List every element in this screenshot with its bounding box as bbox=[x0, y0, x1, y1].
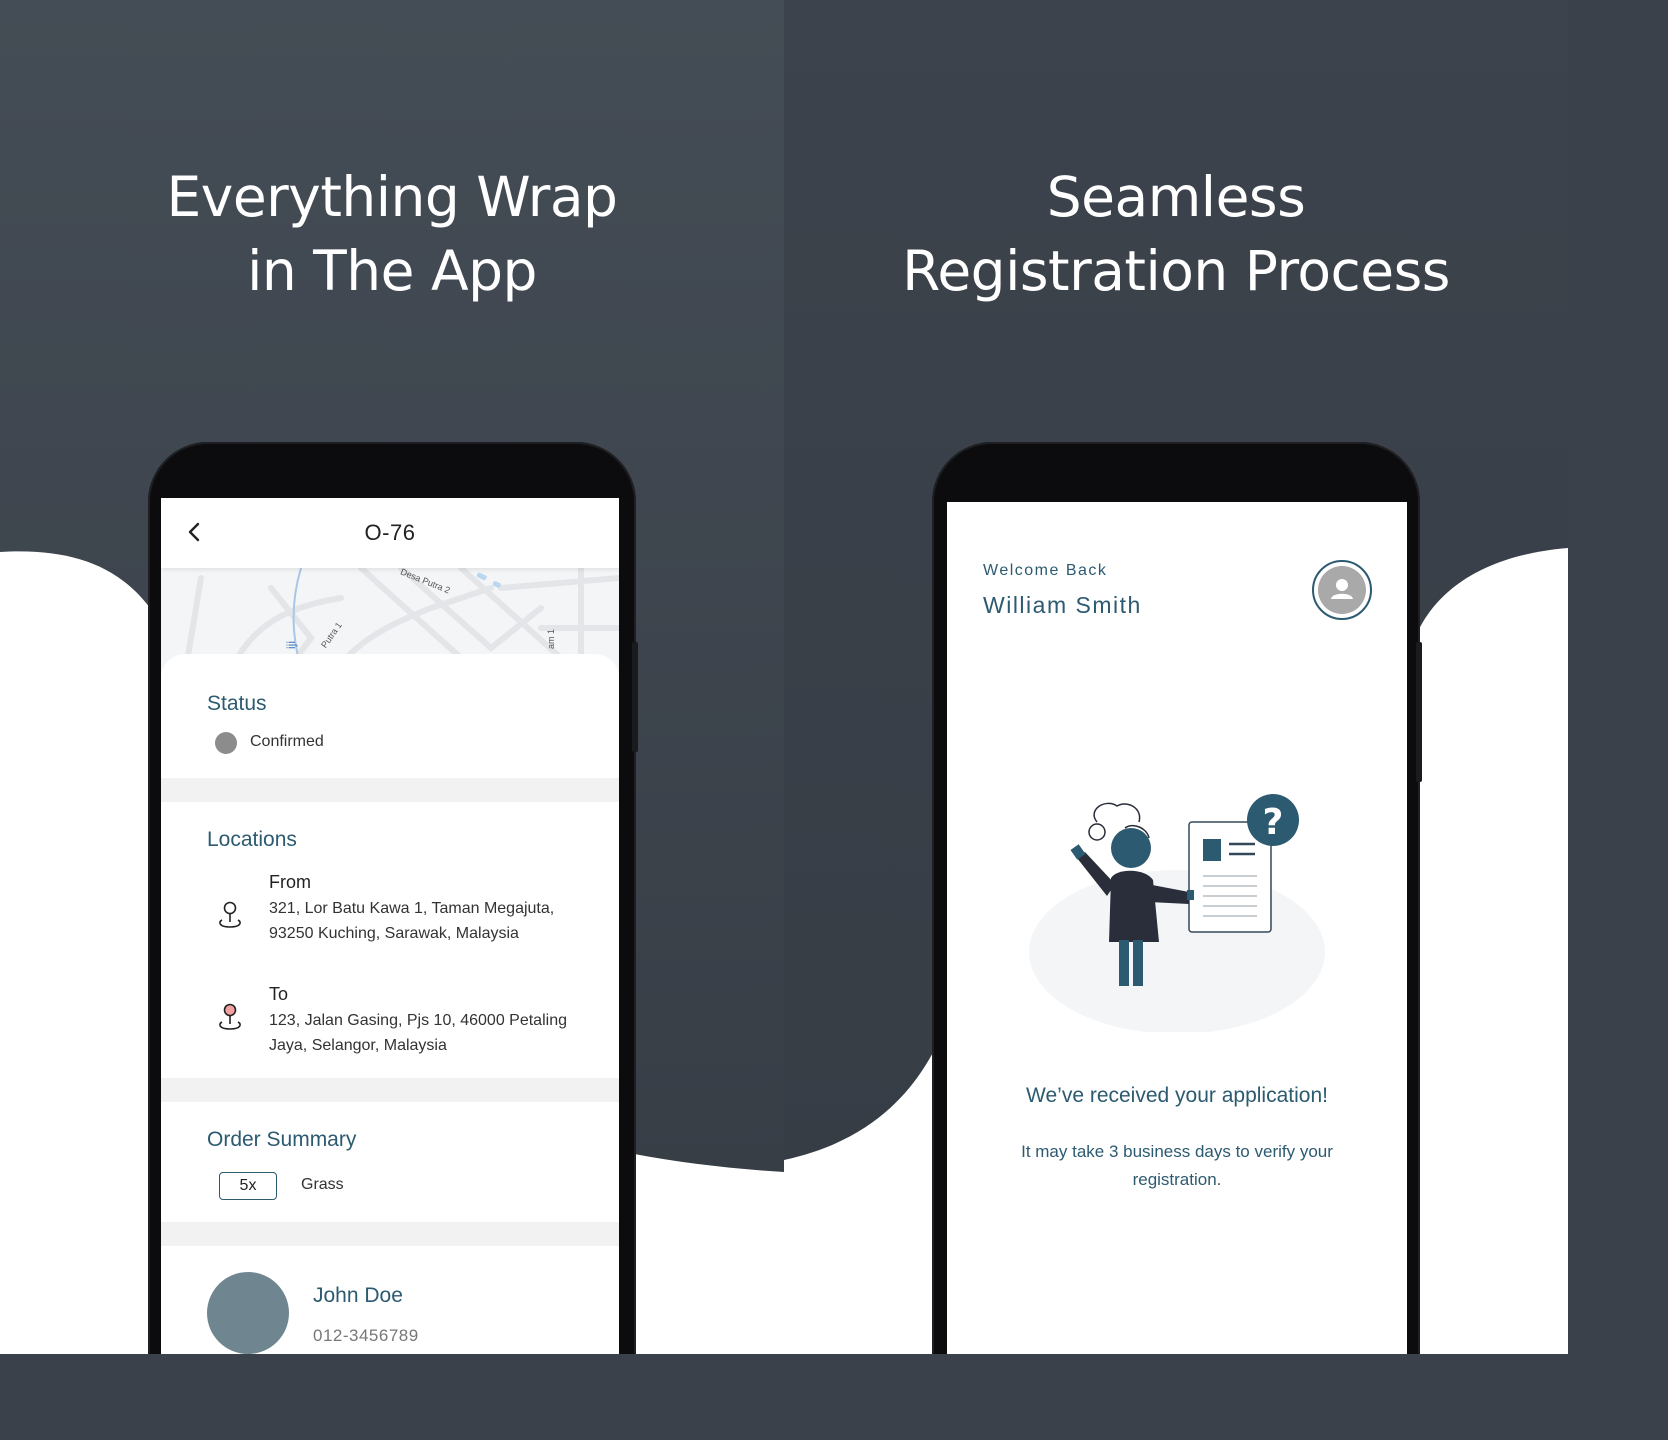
from-address: 321, Lor Batu Kawa 1, Taman Megajuta, 93… bbox=[269, 900, 555, 942]
registration-status-screen: Welcome Back William Smith ? We’ve recei… bbox=[947, 502, 1407, 1354]
status-title: Status bbox=[207, 692, 267, 715]
order-detail-screen: O-76 Desa Putra 2 Putra 1 am 1 iji Statu… bbox=[161, 498, 619, 1354]
order-summary-title: Order Summary bbox=[207, 1128, 357, 1151]
verification-message: It may take 3 business days to verify yo… bbox=[1021, 1142, 1333, 1189]
status-section: Status Confirmed bbox=[161, 654, 619, 778]
headline-line-1: Seamless bbox=[1046, 165, 1306, 229]
status-dot bbox=[215, 732, 237, 754]
application-review-illustration: ? bbox=[1029, 794, 1325, 1032]
phone-frame: O-76 Desa Putra 2 Putra 1 am 1 iji Statu… bbox=[148, 442, 638, 1354]
locations-section: Locations From 321, Lor Batu Kawa 1, Tam… bbox=[161, 802, 619, 1078]
profile-button[interactable] bbox=[1312, 560, 1372, 620]
user-avatar-icon bbox=[1318, 566, 1366, 614]
application-received-title: We’ve received your application! bbox=[1026, 1084, 1328, 1107]
customer-name: John Doe bbox=[313, 1284, 403, 1307]
side-button bbox=[1416, 642, 1422, 782]
headline: Everything Wrap in The App bbox=[0, 160, 784, 308]
status-value: Confirmed bbox=[250, 733, 324, 750]
headline-line-1: Everything Wrap bbox=[166, 165, 618, 229]
welcome-text: Welcome Back bbox=[983, 562, 1108, 579]
user-name: William Smith bbox=[983, 592, 1142, 618]
locations-title: Locations bbox=[207, 828, 297, 851]
headline-line-2: Registration Process bbox=[902, 239, 1450, 303]
svg-text:?: ? bbox=[1263, 802, 1284, 843]
map-label: am 1 bbox=[546, 628, 557, 650]
pickup-pin-icon bbox=[219, 901, 241, 928]
customer-section: John Doe 012-3456789 bbox=[161, 1246, 619, 1354]
phone-frame: Welcome Back William Smith ? We’ve recei… bbox=[932, 442, 1422, 1354]
customer-avatar bbox=[207, 1272, 289, 1354]
side-button bbox=[632, 642, 638, 752]
item-name: Grass bbox=[301, 1176, 344, 1193]
dropoff-pin-icon bbox=[219, 1003, 241, 1030]
headline: Seamless Registration Process bbox=[784, 160, 1568, 308]
quantity-badge: 5x bbox=[219, 1172, 277, 1200]
from-label: From bbox=[269, 872, 311, 892]
to-label: To bbox=[269, 984, 289, 1004]
to-address: 123, Jalan Gasing, Pjs 10, 46000 Petalin… bbox=[269, 1012, 567, 1054]
map-label: iji bbox=[284, 641, 298, 649]
right-promo-panel: Seamless Registration Process Welcome Ba… bbox=[784, 0, 1568, 1354]
headline-line-2: in The App bbox=[247, 239, 537, 303]
customer-phone[interactable]: 012-3456789 bbox=[313, 1326, 419, 1346]
left-promo-panel: Everything Wrap in The App O-76 Desa Put… bbox=[0, 0, 784, 1354]
app-bar: O-76 bbox=[161, 498, 619, 568]
order-summary-section: Order Summary 5x Grass bbox=[161, 1102, 619, 1222]
order-id-title: O-76 bbox=[364, 520, 416, 545]
